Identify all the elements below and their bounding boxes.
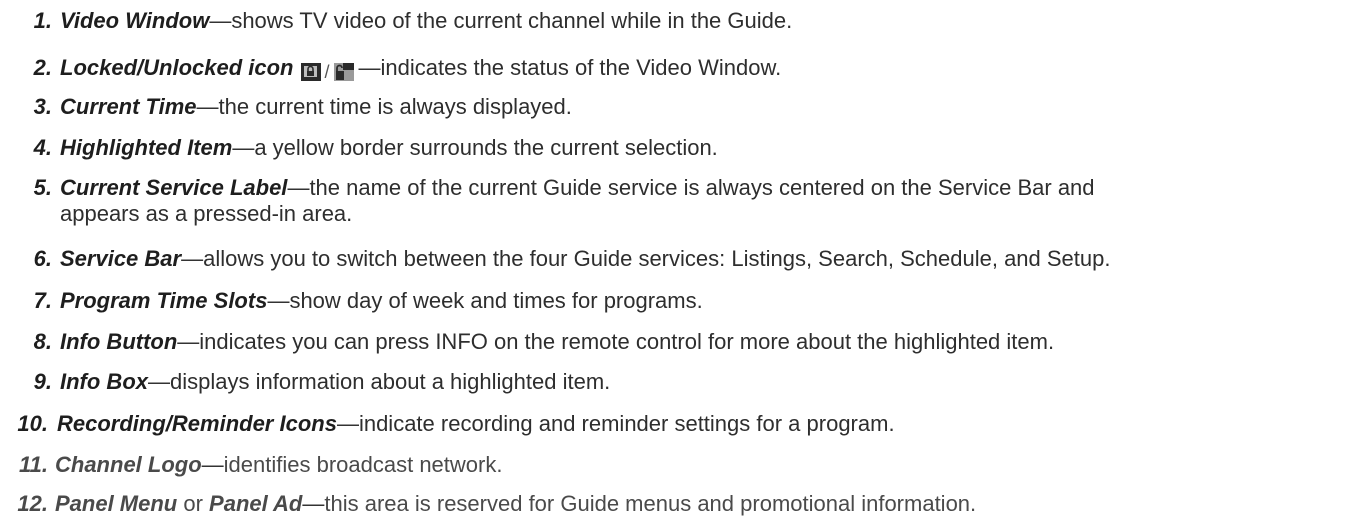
item-number: 11. [19,452,48,477]
item-description: the current time is always displayed. [218,94,572,119]
item-description: indicate recording and reminder settings… [358,411,895,436]
item-description: the name of the current Guide service is… [309,175,1095,200]
em-dash: — [201,452,224,477]
item-body: Locked/Unlocked icon / —indicates the stat… [60,55,781,85]
item-body: Service Bar—allows you to switch between… [60,246,1111,272]
term-connector: or [177,491,210,516]
item-term: Info Box [60,369,148,394]
item-body: Current Time—the current time is always … [60,94,572,120]
item-number: 5. [33,175,52,200]
item-description: indicates you can press INFO on the remo… [199,329,1055,354]
locked-icon [300,62,322,82]
item-term: Locked/Unlocked icon [60,55,294,80]
em-dash: — [302,491,325,516]
em-dash: — [148,369,170,394]
item-number: 6. [33,246,52,271]
item-term: Service Bar [60,246,182,271]
item-body: Info Button—indicates you can press INFO… [60,329,1054,355]
item-description: indicates the status of the Video Window… [380,55,782,80]
item-description: displays information about a highlighted… [170,369,611,394]
item-description-continued: appears as a pressed-in area. [60,201,353,226]
item-term: Panel Menu [55,491,178,516]
item-description: shows TV video of the current channel wh… [231,8,793,33]
em-dash: — [177,329,200,354]
item-number: 8. [33,329,52,354]
item-number: 7. [33,288,52,313]
item-body: Recording/Reminder Icons—indicate record… [57,411,895,437]
em-dash: — [358,55,381,80]
em-dash: — [336,411,359,436]
em-dash: — [232,135,255,160]
item-body: Program Time Slots—show day of week and … [60,288,703,314]
icon-separator: / [324,62,330,83]
item-term: Info Button [60,329,178,354]
guide-legend-list: 1. Video Window—shows TV video of the cu… [0,0,1368,517]
item-description: allows you to switch between the four Gu… [203,246,1111,271]
item-number: 4. [33,135,52,160]
item-description: this area is reserved for Guide menus an… [324,491,977,516]
lock-icon-pair: / [300,58,355,85]
item-number: 9. [33,369,52,394]
item-term: Current Service Label [60,175,288,200]
item-body: Current Service Label—the name of the cu… [60,175,1095,201]
item-body: Panel Menu or Panel Ad—this area is rese… [55,491,976,517]
item-body: Channel Logo—identifies broadcast networ… [55,452,502,478]
item-number: 1. [33,8,52,33]
unlocked-icon [333,62,355,82]
item-number: 12. [17,491,48,516]
item-number: 3. [33,94,52,119]
item-term: Video Window [60,8,210,33]
item-body: Highlighted Item—a yellow border surroun… [60,135,718,161]
item-term: Program Time Slots [60,288,268,313]
item-number: 10. [17,411,48,436]
item-description: show day of week and times for programs. [289,288,703,313]
em-dash: — [196,94,219,119]
em-dash: — [209,8,232,33]
item-term: Channel Logo [55,452,202,477]
em-dash: — [181,246,204,271]
item-term: Recording/Reminder Icons [57,411,337,436]
em-dash: — [287,175,310,200]
item-term: Highlighted Item [60,135,233,160]
item-term-alt: Panel Ad [209,491,303,516]
item-body: Video Window—shows TV video of the curre… [60,8,792,34]
item-body: Info Box—displays information about a hi… [60,369,610,395]
item-description: a yellow border surrounds the current se… [254,135,718,160]
em-dash: — [267,288,290,313]
item-term: Current Time [60,94,197,119]
item-number: 2. [33,55,52,80]
item-description: identifies broadcast network. [223,452,503,477]
